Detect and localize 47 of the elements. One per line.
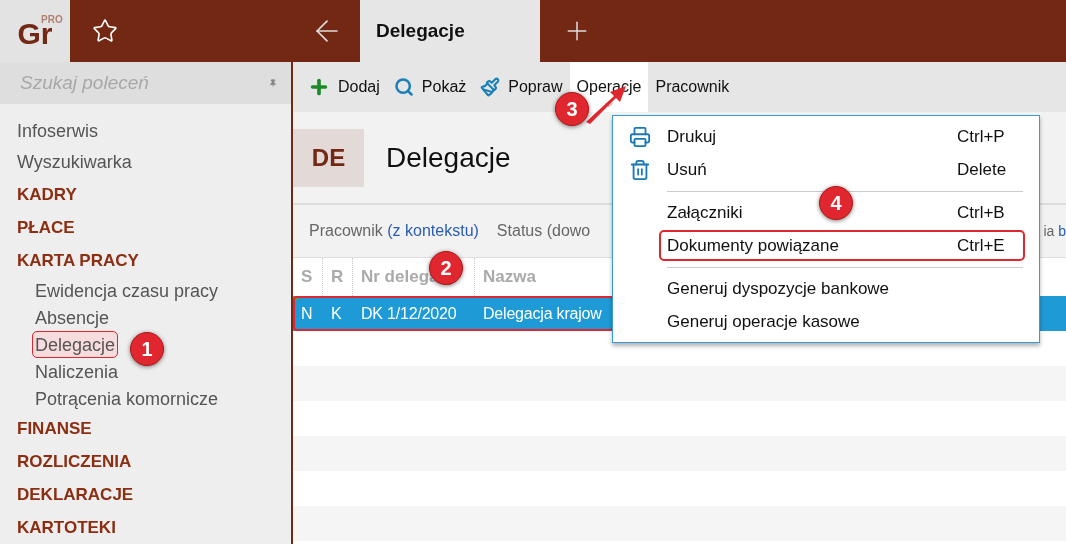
sidebar-section[interactable]: ROZLICZENIA [17, 445, 291, 478]
module-badge: DE [293, 128, 364, 187]
sidebar-section[interactable]: KARTOTEKI [17, 511, 291, 544]
table-cell-text: DK 1/12/2020 [360, 304, 458, 323]
menu-item[interactable]: Drukuj [667, 126, 717, 147]
menu-item[interactable]: Generuj dyspozycje bankowe [667, 278, 890, 299]
sidebar-section[interactable]: FINANSE [17, 412, 291, 445]
sidebar-item[interactable]: Infoserwis [17, 116, 291, 147]
table-cell-text: Delegacja krajow [482, 304, 603, 323]
sidebar-item[interactable]: Wyszukiwarka [17, 147, 291, 178]
sidebar-section[interactable]: KADRY [17, 178, 291, 211]
brush-icon [480, 77, 501, 97]
sidebar-section[interactable]: KARTA PRACY [17, 244, 291, 277]
toolbar-button[interactable]: Pracownik [648, 62, 737, 112]
menu-item[interactable]: Generuj operacje kasowe [667, 311, 860, 332]
shortcut-text: Delete [957, 159, 1008, 180]
filter-link[interactable]: (z kontekstu) [387, 222, 479, 239]
printer-icon [629, 125, 651, 148]
sidebar-item[interactable]: Delegacje [32, 331, 119, 358]
menu-item[interactable]: Załączniki [667, 202, 743, 223]
menu-item[interactable]: Dokumenty powiązane [667, 235, 839, 256]
sidebar-item[interactable]: Naliczenia [32, 358, 122, 385]
sidebar-section[interactable]: PŁACE [17, 211, 291, 244]
star-icon[interactable] [92, 18, 118, 44]
sidebar-item[interactable]: Ewidencja czasu pracy [32, 277, 222, 304]
table-cell-text: N [300, 304, 314, 323]
sidebar-section[interactable]: DEKLARACJE [17, 478, 291, 511]
page-title: Delegacje [386, 141, 511, 174]
filter-label: ia [1043, 223, 1055, 239]
search-icon [393, 77, 414, 97]
shortcut-text: Ctrl+P [957, 126, 1006, 147]
filter-label: Status (dowo [496, 222, 591, 239]
tab[interactable]: Delegacje [360, 0, 540, 62]
sidebar-item[interactable]: Absencje [32, 304, 113, 331]
filter-link[interactable]: b [1058, 223, 1066, 239]
toolbar-button[interactable]: Pokaż [386, 62, 474, 112]
plus-icon [308, 76, 330, 98]
sidebar-item[interactable]: Potrącenia komornicze [32, 385, 222, 412]
logo: GrPRO [0, 0, 70, 62]
filter-label: Pracownik [309, 222, 383, 239]
status-corner-icon [293, 296, 301, 304]
toolbar-button[interactable]: Dodaj [301, 62, 387, 112]
menu-item[interactable]: Usuń [667, 159, 707, 180]
shortcut-text: Ctrl+B [957, 202, 1006, 223]
trash-icon [629, 158, 651, 181]
shortcut-text: Ctrl+E [957, 235, 1006, 256]
table-cell-text: K [330, 304, 343, 323]
